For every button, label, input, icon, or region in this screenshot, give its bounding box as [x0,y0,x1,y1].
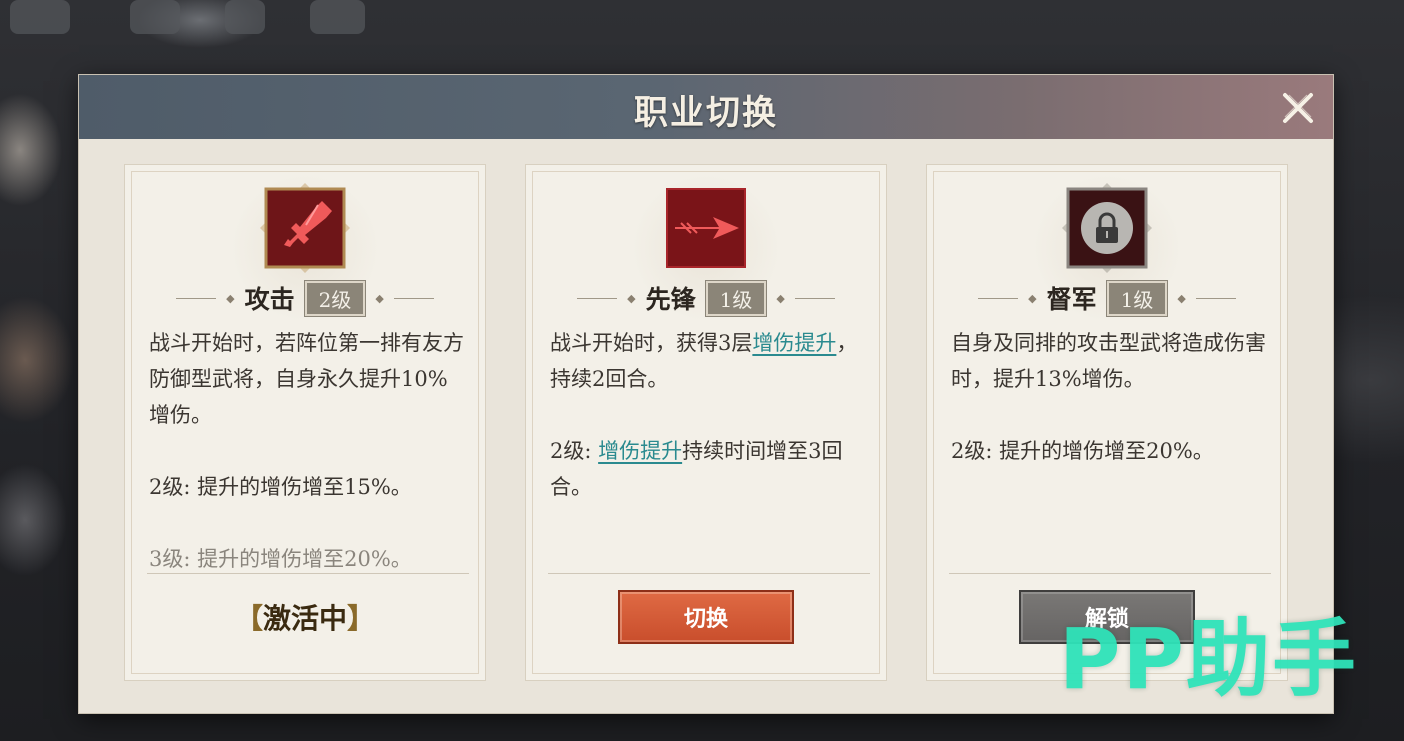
description-text: 自身及同排的攻击型武将造成伤害时，提升13%增伤。 [951,331,1266,391]
spear-icon [666,188,746,268]
job-description: 战斗开始时，获得3层增伤提升，持续2回合。 2级: 增伤提升持续时间增至3回合。 [550,325,866,505]
divider-line [794,297,835,299]
backdrop-blob [225,0,265,34]
level3-effect: 3级: 提升的增伤增至20%。 [149,547,412,571]
card-divider [147,573,469,574]
job-name: 攻击 [244,285,295,314]
dialog-title: 职业切换 [634,93,778,133]
diamond-ornament: ◆ [1177,291,1186,305]
level-badge: 1级 [1106,280,1168,316]
job-name-row: ◆ 先锋 1级 ◆ [526,280,886,316]
job-card-vanguard: ◆ 先锋 1级 ◆ 战斗开始时，获得3层增伤提升，持续2回合。 2级: 增伤提升… [525,164,887,681]
divider-line [1195,297,1236,299]
job-description: 自身及同排的攻击型武将造成伤害时，提升13%增伤。 2级: 提升的增伤增至20%… [951,325,1267,469]
active-status: 【激活中】 [234,602,376,635]
close-icon[interactable] [1279,89,1317,127]
dialog-header: 职业切换 [79,75,1333,139]
job-description: 战斗开始时，若阵位第一排有友方防御型武将，自身永久提升10%增伤。 2级: 提升… [149,325,465,577]
level2-effect: 2级: 增伤提升持续时间增至3回合。 [550,439,843,499]
level2-effect: 2级: 提升的增伤增至15%。 [149,475,412,499]
diamond-ornament: ◆ [375,291,384,305]
level2-effect: 2级: 提升的增伤增至20%。 [951,439,1214,463]
divider-line [176,297,217,299]
divider-line [393,297,434,299]
level-badge: 1级 [705,280,767,316]
lock-icon [1062,183,1152,273]
damage-boost-link[interactable]: 增伤提升 [598,439,682,463]
job-name: 督军 [1046,285,1097,314]
backdrop-blob [310,0,365,34]
active-status-label: 激活中 [262,602,347,635]
backdrop-blob [130,0,180,34]
card-divider [548,573,870,574]
backdrop-blob [10,0,70,34]
divider-line [577,297,618,299]
job-name: 先锋 [645,285,696,314]
damage-boost-link[interactable]: 增伤提升 [752,331,836,355]
level-badge: 2级 [304,280,366,316]
diamond-ornament: ◆ [226,291,235,305]
divider-line [978,297,1019,299]
job-name-row: ◆ 攻击 2级 ◆ [125,280,485,316]
diamond-ornament: ◆ [1028,291,1037,305]
sword-icon [260,183,350,273]
diamond-ornament: ◆ [627,291,636,305]
diamond-ornament: ◆ [776,291,785,305]
job-name-row: ◆ 督军 1级 ◆ [927,280,1287,316]
card-divider [949,573,1271,574]
switch-button[interactable]: 切换 [618,590,794,644]
watermark-logo: PP助手 [1058,610,1358,708]
description-text: 战斗开始时，获得3层增伤提升，持续2回合。 [550,331,858,391]
description-text: 战斗开始时，若阵位第一排有友方防御型武将，自身永久提升10%增伤。 [149,331,464,427]
job-card-attack: ◆ 攻击 2级 ◆ 战斗开始时，若阵位第一排有友方防御型武将，自身永久提升10%… [124,164,486,681]
